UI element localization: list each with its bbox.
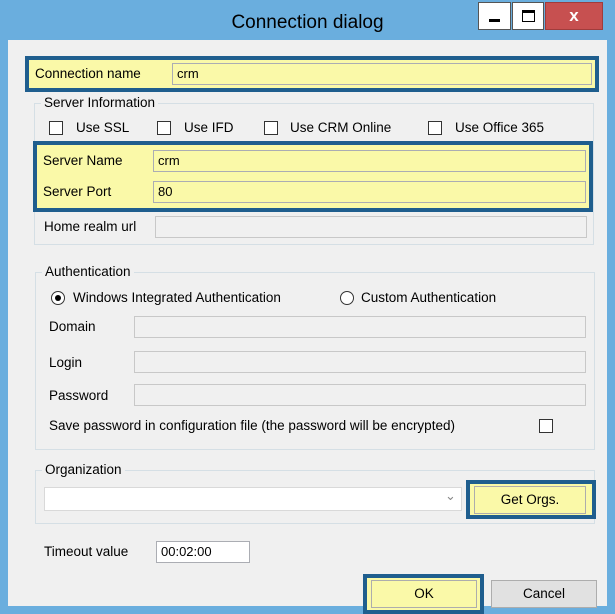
domain-input[interactable] xyxy=(134,316,586,338)
timeout-input[interactable]: 00:02:00 xyxy=(156,541,250,563)
windows-auth-label: Windows Integrated Authentication xyxy=(73,290,281,305)
windows-auth-radio[interactable] xyxy=(51,291,65,305)
save-password-label: Save password in configuration file (the… xyxy=(49,418,455,433)
domain-label: Domain xyxy=(49,319,96,334)
close-button[interactable]: x xyxy=(545,2,603,30)
use-crm-online-checkbox[interactable] xyxy=(264,121,278,135)
custom-auth-radio[interactable] xyxy=(340,291,354,305)
use-ssl-label: Use SSL xyxy=(76,120,130,135)
login-input[interactable] xyxy=(134,351,586,373)
maximize-icon xyxy=(521,10,535,22)
get-orgs-button[interactable]: Get Orgs. xyxy=(474,486,586,514)
save-password-checkbox[interactable] xyxy=(539,419,553,433)
connection-name-label: Connection name xyxy=(35,66,141,81)
connection-name-input[interactable]: crm xyxy=(172,63,592,85)
use-ssl-checkbox[interactable] xyxy=(49,121,63,135)
custom-auth-label: Custom Authentication xyxy=(361,290,497,305)
authentication-legend: Authentication xyxy=(42,264,134,279)
use-office-365-label: Use Office 365 xyxy=(455,120,545,135)
password-label: Password xyxy=(49,388,109,403)
use-office-365-checkbox[interactable] xyxy=(428,121,442,135)
server-port-label: Server Port xyxy=(43,184,112,199)
timeout-label: Timeout value xyxy=(44,544,129,559)
ok-button[interactable]: OK xyxy=(371,580,477,608)
login-label: Login xyxy=(49,355,83,370)
password-input[interactable] xyxy=(134,384,586,406)
organization-select[interactable] xyxy=(44,487,462,511)
server-name-label: Server Name xyxy=(43,153,123,168)
maximize-button[interactable] xyxy=(512,2,544,30)
server-port-input[interactable]: 80 xyxy=(153,181,586,203)
minimize-button[interactable] xyxy=(478,2,511,30)
organization-legend: Organization xyxy=(42,462,125,477)
home-realm-url-input[interactable] xyxy=(155,216,587,238)
use-ifd-checkbox[interactable] xyxy=(157,121,171,135)
close-icon: x xyxy=(569,6,579,25)
home-realm-url-label: Home realm url xyxy=(44,219,137,234)
cancel-button[interactable]: Cancel xyxy=(491,580,597,608)
chevron-down-icon: ⌄ xyxy=(445,488,456,503)
server-information-legend: Server Information xyxy=(41,95,159,110)
use-ifd-label: Use IFD xyxy=(184,120,234,135)
server-name-input[interactable]: crm xyxy=(153,150,586,172)
title-bar[interactable]: Connection dialog x xyxy=(0,0,615,40)
minimize-icon xyxy=(489,18,500,22)
use-crm-online-label: Use CRM Online xyxy=(290,120,392,135)
